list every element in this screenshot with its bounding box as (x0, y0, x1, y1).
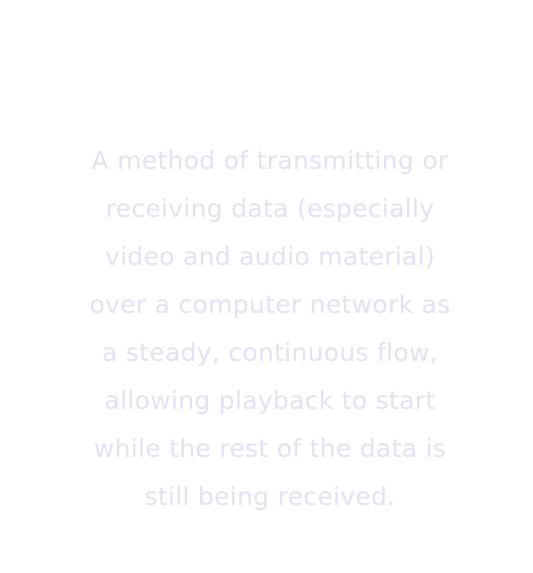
definition-line: still being received. (144, 482, 396, 511)
definition-text: A method of transmitting or receiving da… (0, 137, 533, 521)
definition-line: receiving data (especially (105, 194, 435, 223)
definition-line: over a computer network as (89, 290, 451, 319)
definition-line: a steady, continuous flow, (101, 338, 439, 367)
definition-line: video and audio material) (104, 242, 436, 271)
definition-line: while the rest of the data is (93, 434, 447, 463)
definition-line: allowing playback to start (104, 386, 436, 415)
definition-line: A method of transmitting or (91, 146, 449, 175)
